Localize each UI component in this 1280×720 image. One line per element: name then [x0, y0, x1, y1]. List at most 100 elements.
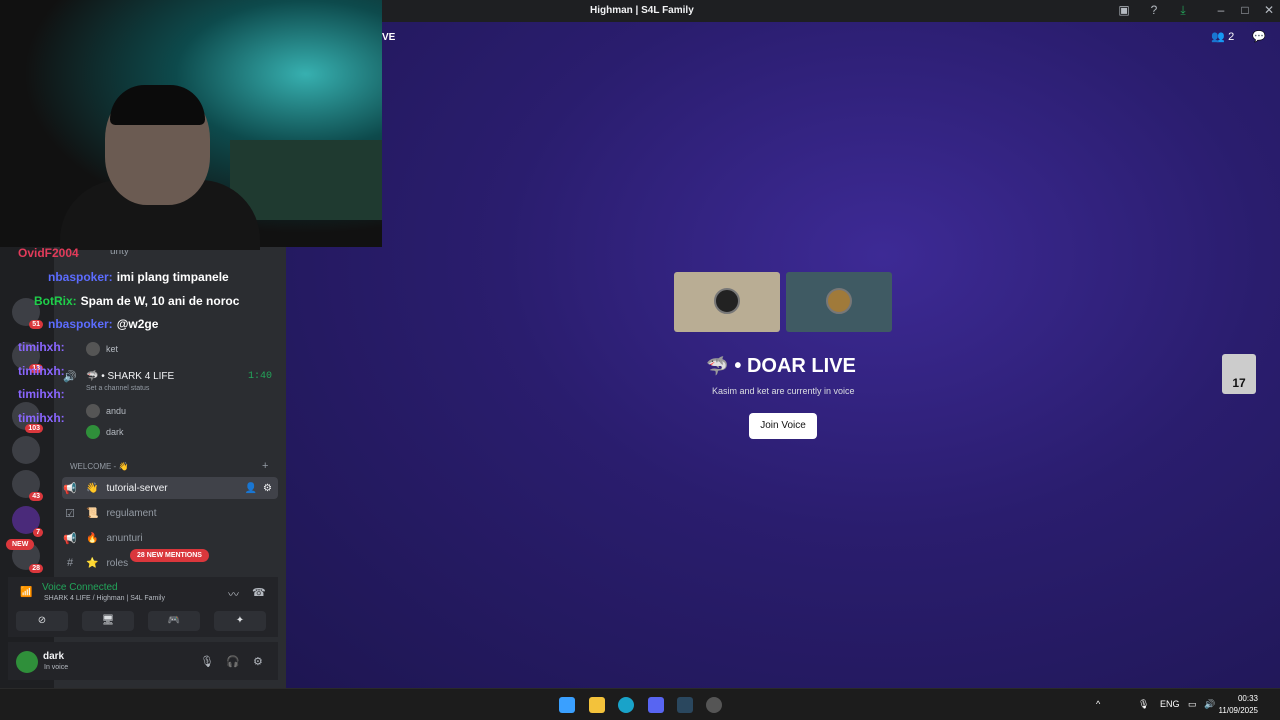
voice-user[interactable]: ket: [86, 342, 118, 356]
floating-avatar[interactable]: 17: [1222, 354, 1256, 394]
add-channel-icon[interactable]: +: [262, 460, 268, 472]
chat-icon[interactable]: 💬: [1252, 30, 1266, 43]
activities-button[interactable]: 🎮: [148, 611, 200, 631]
taskbar: ^ 🎙 ENG ▭ 🔊 00:33 11/09/2025: [0, 688, 1280, 720]
members-button[interactable]: 👥 2: [1211, 30, 1234, 43]
signal-icon[interactable]: 📶: [20, 587, 32, 598]
maximize-icon[interactable]: □: [1237, 3, 1253, 19]
chat-line: timihxh:: [4, 387, 65, 401]
tray-chevron-icon[interactable]: ^: [1096, 699, 1100, 709]
voice-user-name: andu: [106, 406, 127, 416]
close-icon[interactable]: ✕: [1261, 3, 1277, 19]
webcam-overlay: [0, 0, 382, 250]
camera-button[interactable]: ⊘: [16, 611, 68, 631]
language-indicator[interactable]: ENG: [1160, 699, 1180, 709]
microphone-tray-icon[interactable]: 🎙: [1138, 699, 1149, 710]
chat-line: timihxh:: [4, 340, 65, 354]
steam-icon[interactable]: [677, 697, 693, 713]
minimize-icon[interactable]: –: [1213, 3, 1229, 19]
settings-icon[interactable]: ⚙: [263, 483, 272, 494]
disconnect-icon[interactable]: ☎: [252, 586, 266, 599]
help-icon[interactable]: ?: [1146, 3, 1162, 19]
soundboard-button[interactable]: ✦: [214, 611, 266, 631]
microphone-icon[interactable]: 🎙: [200, 655, 214, 668]
channel-status[interactable]: Set a channel status: [86, 385, 149, 392]
voice-channel-shark-4-life[interactable]: 🔊 🦈 • SHARK 4 LIFE 1:40: [62, 365, 278, 387]
user-panel: dark In voice 🎙 🎧 ⚙: [8, 642, 278, 680]
channel-emoji: 📜: [86, 507, 99, 519]
channel-name: roles: [106, 557, 129, 569]
edge-browser-icon[interactable]: [618, 697, 634, 713]
windows-start-icon[interactable]: [559, 697, 575, 713]
screen-share-button[interactable]: 🖥: [82, 611, 134, 631]
noise-suppression-icon[interactable]: 〰: [228, 586, 239, 602]
voice-connection-panel: 📶 Voice Connected SHARK 4 LIFE / Highman…: [8, 577, 278, 637]
category-welcome[interactable]: WELCOME - 👋: [70, 462, 128, 471]
mention-badge: 43: [29, 492, 43, 501]
file-explorer-icon[interactable]: [589, 697, 605, 713]
server-icon[interactable]: [12, 436, 40, 464]
chat-line: nbaspoker: imi plang timpanele: [4, 270, 229, 284]
voice-user[interactable]: andu: [86, 404, 126, 418]
channel-name: tutorial-server: [106, 482, 168, 494]
download-icon[interactable]: ⤓: [1175, 3, 1191, 19]
chat-user: nbaspoker:: [48, 317, 113, 331]
chat-user: timihxh:: [18, 387, 65, 401]
channel-actions: 👤 ⚙: [245, 483, 272, 494]
announcement-icon: 📢: [63, 532, 77, 545]
webcam-person-cap: [110, 85, 205, 125]
chat-message: imi plang timpanele: [116, 270, 229, 284]
join-voice-button[interactable]: Join Voice: [749, 413, 817, 439]
new-mentions-pill[interactable]: 28 NEW MENTIONS: [130, 549, 209, 562]
participant-tile-ket[interactable]: [786, 272, 892, 332]
avatar: [86, 342, 100, 356]
volume-icon[interactable]: 🔊: [1204, 699, 1215, 710]
clock-time: 00:33: [1237, 694, 1258, 703]
chat-user: timihxh:: [18, 340, 65, 354]
channel-emoji: 👋: [86, 482, 99, 494]
avatar: [86, 425, 100, 439]
members-count: 2: [1228, 31, 1235, 43]
settings-icon[interactable]: ⚙: [253, 655, 263, 668]
avatar[interactable]: [16, 651, 38, 673]
invite-icon[interactable]: 👤: [245, 483, 257, 494]
avatar: [86, 404, 100, 418]
voice-channel-name: SHARK 4 LIFE: [107, 370, 175, 382]
voice-user-name: ket: [106, 344, 119, 354]
network-icon[interactable]: ▭: [1188, 699, 1197, 710]
voice-stage: VE 👥 2 💬 🦈 • DOAR LIVE Kasim and ket are …: [286, 22, 1280, 688]
mention-badge: 28: [29, 564, 43, 573]
channel-regulament[interactable]: ☑ 📜 regulament: [62, 502, 278, 524]
voice-timer: 1:40: [247, 370, 272, 382]
voice-status[interactable]: Voice Connected: [42, 582, 118, 593]
chat-line: BotRix: Spam de W, 10 ani de noroc: [4, 294, 239, 308]
rules-icon: ☑: [65, 507, 75, 520]
chat-user: BotRix:: [34, 294, 77, 308]
server-icon[interactable]: 7: [12, 506, 43, 537]
server-icon[interactable]: 43: [12, 470, 43, 501]
chat-line: nbaspoker: @w2ge: [4, 317, 158, 331]
channel-emoji: 🔥: [86, 532, 99, 544]
webcam-background: [230, 140, 382, 220]
chat-line: timihxh:: [4, 364, 65, 378]
chat-line: timihxh:: [4, 411, 65, 425]
voice-user-name: dark: [106, 427, 124, 437]
headphones-icon[interactable]: 🎧: [226, 655, 240, 668]
participant-tile-kasim[interactable]: [674, 272, 780, 332]
user-name: dark: [43, 651, 65, 662]
inbox-icon[interactable]: ▣: [1116, 3, 1132, 19]
chat-message: @w2ge: [116, 317, 159, 331]
new-badge: NEW: [6, 539, 35, 550]
shark-icon: 🦈: [706, 356, 729, 376]
channel-name: regulament: [106, 507, 157, 519]
channel-tutorial-server[interactable]: 📢 👋 tutorial-server 👤 ⚙: [62, 477, 278, 499]
channel-name: 🦈 • SHARK 4 LIFE: [86, 370, 175, 382]
chat-line: OvidF2004: [4, 246, 79, 260]
discord-icon[interactable]: [648, 697, 664, 713]
app-icon[interactable]: [706, 697, 722, 713]
avatar: [714, 288, 740, 314]
voice-user[interactable]: dark: [86, 425, 124, 439]
channel-anunturi[interactable]: 📢 🔥 anunturi: [62, 527, 278, 549]
mention-badge: 7: [33, 528, 43, 537]
system-clock[interactable]: 00:33 11/09/2025: [1219, 693, 1258, 717]
